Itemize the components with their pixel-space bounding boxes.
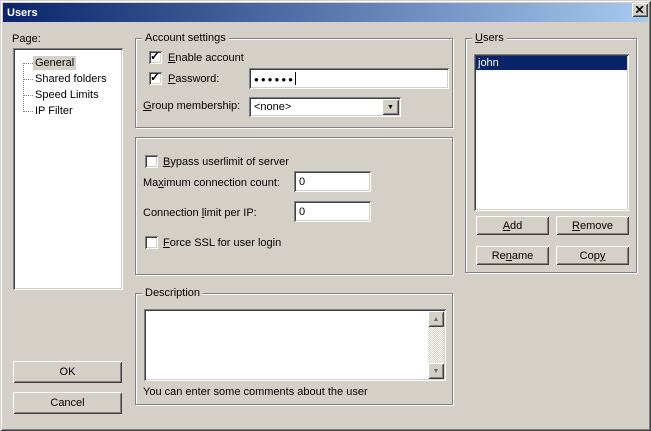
description-group: Description ▲ ▼ You can enter some comme… (135, 293, 453, 405)
group-membership-label: Group membership: (143, 100, 240, 113)
text-caret (295, 72, 296, 85)
page-tree: General Shared folders Speed Limits IP F… (13, 48, 123, 290)
max-connection-count-input[interactable]: 0 (294, 171, 371, 192)
connection-limit-per-ip-value: 0 (299, 206, 305, 218)
group-membership-value: <none> (254, 101, 291, 113)
max-connection-count-value: 0 (299, 176, 305, 188)
cancel-button[interactable]: Cancel (13, 392, 122, 414)
add-user-button[interactable]: Add (476, 216, 549, 235)
user-name: john (478, 57, 499, 69)
chevron-down-icon: ▼ (387, 104, 394, 111)
connection-limit-per-ip-label: Connection limit per IP: (143, 207, 257, 220)
users-listbox[interactable]: john (474, 54, 629, 211)
arrow-down-icon: ▼ (433, 368, 440, 375)
copy-user-button[interactable]: Copy (556, 246, 629, 265)
ok-button-label: OK (60, 366, 76, 378)
scroll-up-button[interactable]: ▲ (428, 311, 444, 327)
tree-item-label[interactable]: General (33, 56, 76, 70)
tree-connector (23, 111, 33, 112)
window-title: Users (3, 7, 38, 19)
bypass-userlimit-checkbox[interactable] (145, 155, 158, 168)
tree-connector (23, 95, 33, 96)
dropdown-button[interactable]: ▼ (382, 99, 399, 115)
title-bar[interactable]: Users (3, 3, 648, 22)
password-label: Password: (168, 73, 219, 86)
enable-account-label: Enable account (168, 52, 244, 65)
users-listbox-inner: john (476, 56, 627, 209)
list-item[interactable]: john (476, 56, 627, 70)
tree-item-shared-folders[interactable]: Shared folders (15, 71, 109, 87)
page-label: Page: (12, 33, 41, 46)
force-ssl-label: Force SSL for user login (163, 237, 281, 250)
tree-item-speed-limits[interactable]: Speed Limits (15, 87, 101, 103)
remove-user-button[interactable]: Remove (556, 216, 629, 235)
scroll-down-button[interactable]: ▼ (428, 363, 444, 379)
enable-account-checkbox[interactable]: ✓ (149, 51, 162, 64)
force-ssl-checkbox[interactable] (145, 236, 158, 249)
tree-item-label[interactable]: Speed Limits (33, 88, 101, 102)
password-value: ●●●●●● (254, 75, 295, 84)
tree-item-ip-filter[interactable]: IP Filter (15, 103, 75, 119)
rename-button-label: Rename (492, 250, 534, 262)
password-checkbox[interactable]: ✓ (149, 72, 162, 85)
password-input[interactable]: ●●●●●● (249, 68, 449, 89)
limits-group: Bypass userlimit of server Maximum conne… (135, 137, 453, 275)
tree-item-label[interactable]: Shared folders (33, 72, 109, 86)
add-button-label: Add (503, 220, 523, 232)
check-icon: ✓ (150, 70, 160, 84)
description-textarea[interactable]: ▲ ▼ (144, 309, 446, 381)
copy-button-label: Copy (580, 250, 606, 262)
remove-button-label: Remove (572, 220, 613, 232)
tree-connector (23, 79, 33, 80)
users-dialog: Users Page: General Shared folders Speed… (0, 0, 651, 431)
page-tree-inner: General Shared folders Speed Limits IP F… (15, 50, 121, 288)
description-hint: You can enter some comments about the us… (143, 386, 368, 399)
description-group-label: Description (142, 287, 203, 300)
arrow-up-icon: ▲ (433, 316, 440, 323)
rename-user-button[interactable]: Rename (476, 246, 549, 265)
vertical-scrollbar[interactable]: ▲ ▼ (428, 311, 444, 379)
account-settings-group: Account settings ✓ Enable account ✓ Pass… (135, 38, 453, 128)
cancel-button-label: Cancel (50, 397, 84, 409)
ok-button[interactable]: OK (13, 361, 122, 383)
tree-item-label[interactable]: IP Filter (33, 104, 75, 118)
check-icon: ✓ (150, 49, 160, 63)
max-connection-count-label: Maximum connection count: (143, 177, 280, 190)
tree-connector (23, 63, 33, 64)
group-membership-select[interactable]: <none> ▼ (249, 97, 401, 117)
connection-limit-per-ip-input[interactable]: 0 (294, 201, 371, 222)
close-button[interactable] (632, 3, 648, 17)
bypass-userlimit-label: Bypass userlimit of server (163, 156, 289, 169)
tree-item-general[interactable]: General (15, 55, 76, 71)
users-group: Users john Add Remove Rename Copy (465, 38, 637, 273)
users-group-label: Users (472, 32, 507, 45)
close-icon (636, 6, 644, 13)
account-settings-group-label: Account settings (142, 32, 229, 45)
